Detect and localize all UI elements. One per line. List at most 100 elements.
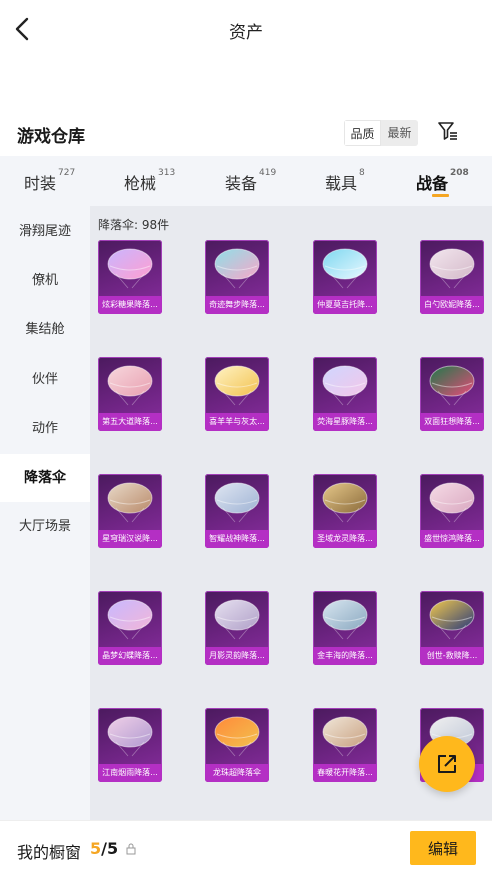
tab-label: 战备 [416, 174, 449, 193]
sidebar-item-wingman[interactable]: 僚机 [0, 257, 90, 305]
sidebar-item-lobby-scene[interactable]: 大厅场景 [0, 503, 90, 551]
sidebar-item-parachute[interactable]: 降落伞 [0, 454, 90, 502]
lock-icon [126, 843, 136, 855]
parachute-icon [107, 248, 153, 289]
card-caption: 奇迹舞步降落... [205, 296, 269, 314]
parachute-card[interactable]: 月影灵韵降落... [205, 591, 269, 665]
tab-label: 枪械 [124, 174, 157, 193]
card-caption: 仲夏莫吉托降... [313, 296, 377, 314]
parachute-icon [214, 248, 260, 289]
external-link-icon [438, 755, 456, 773]
sidebar: 滑翔尾迹 僚机 集结舱 伙伴 动作 降落伞 大厅场景 [0, 206, 90, 820]
parachute-card[interactable]: 盛世惊鸿降落... [420, 474, 484, 548]
card-caption: 春暖花开降落... [313, 764, 377, 782]
parachute-card[interactable]: 创世-救赎降... [420, 591, 484, 665]
parachute-icon [322, 365, 368, 406]
parachute-card[interactable]: 星穹瑞汉说降... [98, 474, 162, 548]
parachute-card[interactable]: 荧海星豚降落... [313, 357, 377, 431]
sidebar-item-partner[interactable]: 伙伴 [0, 356, 90, 404]
parachute-card[interactable]: 双面狂想降落... [420, 357, 484, 431]
parachute-card[interactable]: 晶梦幻蝶降落... [98, 591, 162, 665]
tab-count: 208 [450, 168, 469, 178]
card-caption: 龙珠超降落伞 [205, 764, 269, 782]
parachute-icon [214, 599, 260, 640]
top-bar: 资产 [0, 0, 492, 58]
card-caption: 炫彩糖果降落... [98, 296, 162, 314]
parachute-icon [429, 248, 475, 289]
card-caption: 双面狂想降落... [420, 413, 484, 431]
tab-vehicles[interactable]: 载具8 [325, 168, 365, 194]
sort-toggle: 品质 最新 [344, 120, 418, 146]
parachute-card[interactable]: 第五大道降落... [98, 357, 162, 431]
showcase-label: 我的橱窗 [17, 843, 82, 862]
card-caption: 圣域龙灵降落... [313, 530, 377, 548]
card-caption: 月影灵韵降落... [205, 647, 269, 665]
parachute-card[interactable]: 江南烟雨降落... [98, 708, 162, 782]
bottom-bar: 我的橱窗 5/5 编辑 [0, 820, 492, 876]
tab-count: 419 [259, 168, 277, 178]
card-caption: 第五大道降落... [98, 413, 162, 431]
parachute-icon [214, 365, 260, 406]
parachute-icon [107, 365, 153, 406]
sidebar-item-glide-trail[interactable]: 滑翔尾迹 [0, 208, 90, 256]
sidebar-item-rally-pod[interactable]: 集结舱 [0, 306, 90, 354]
parachute-card[interactable]: 仲夏莫吉托降... [313, 240, 377, 314]
card-caption: 喜羊羊与灰太... [205, 413, 269, 431]
parachute-icon [107, 716, 153, 757]
section-title: 游戏仓库 [17, 127, 85, 147]
parachute-icon [107, 482, 153, 523]
item-grid: 降落伞: 98件 炫彩糖果降落... 奇迹舞步降落... 仲夏莫吉托降... 白勺欧妮… [90, 206, 492, 820]
tab-count: 313 [158, 168, 176, 178]
section-header: 游戏仓库 品质 最新 [0, 116, 492, 150]
tab-equipment[interactable]: 装备419 [225, 168, 277, 194]
showcase-total: /5 [101, 839, 119, 858]
parachute-icon [214, 716, 260, 757]
parachute-card[interactable]: 圣域龙灵降落... [313, 474, 377, 548]
sort-quality-button[interactable]: 品质 [344, 120, 381, 146]
parachute-card[interactable]: 白勺欧妮降落... [420, 240, 484, 314]
filter-icon [438, 122, 457, 140]
parachute-card[interactable]: 喜羊羊与灰太... [205, 357, 269, 431]
tab-battle-gear[interactable]: 战备208 [416, 168, 469, 194]
parachute-icon [322, 482, 368, 523]
showcase-count: 5/5 [90, 839, 118, 858]
card-caption: 江南烟雨降落... [98, 764, 162, 782]
card-caption: 白勺欧妮降落... [420, 296, 484, 314]
parachute-icon [107, 599, 153, 640]
page-title: 资产 [229, 23, 263, 43]
parachute-icon [429, 365, 475, 406]
parachute-icon [429, 482, 475, 523]
card-caption: 荧海星豚降落... [313, 413, 377, 431]
parachute-card[interactable]: 炫彩糖果降落... [98, 240, 162, 314]
parachute-icon [429, 599, 475, 640]
card-caption: 晶梦幻蝶降落... [98, 647, 162, 665]
parachute-card[interactable]: 奇迹舞步降落... [205, 240, 269, 314]
card-caption: 创世-救赎降... [420, 647, 484, 665]
item-count: 降落伞: 98件 [98, 218, 170, 232]
parachute-icon [322, 248, 368, 289]
parachute-card[interactable]: 龙珠超降落伞 [205, 708, 269, 782]
category-tabs: 时装727 枪械313 装备419 载具8 战备208 [0, 156, 492, 206]
active-tab-indicator [432, 194, 449, 197]
parachute-card[interactable]: 金丰海的降落... [313, 591, 377, 665]
sidebar-item-emote[interactable]: 动作 [0, 405, 90, 453]
tab-count: 727 [58, 168, 76, 178]
showcase-current: 5 [90, 839, 102, 858]
parachute-card[interactable]: 智耀战神降落... [205, 474, 269, 548]
card-caption: 星穹瑞汉说降... [98, 530, 162, 548]
edit-button[interactable]: 编辑 [410, 831, 476, 865]
parachute-icon [214, 482, 260, 523]
sort-newest-button[interactable]: 最新 [381, 120, 418, 146]
parachute-card[interactable]: 春暖花开降落... [313, 708, 377, 782]
parachute-icon [322, 716, 368, 757]
card-caption: 金丰海的降落... [313, 647, 377, 665]
parachute-icon [322, 599, 368, 640]
tab-guns[interactable]: 枪械313 [124, 168, 176, 194]
share-button[interactable] [419, 736, 475, 792]
tab-fashion[interactable]: 时装727 [24, 168, 76, 194]
tab-label: 载具 [325, 174, 358, 193]
tab-label: 装备 [225, 174, 258, 193]
tab-label: 时装 [24, 174, 57, 193]
card-caption: 智耀战神降落... [205, 530, 269, 548]
filter-button[interactable] [437, 120, 459, 142]
